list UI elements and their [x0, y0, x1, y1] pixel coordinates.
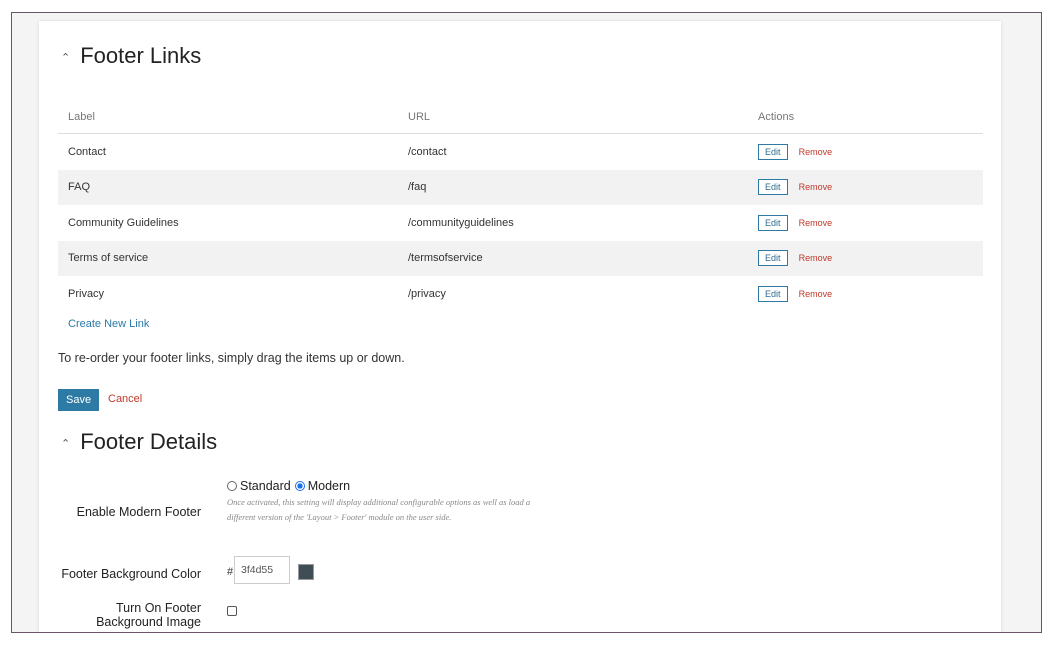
- create-new-link[interactable]: Create New Link: [68, 318, 149, 330]
- chevron-up-icon[interactable]: ⌃: [61, 51, 70, 64]
- chevron-up-icon[interactable]: ⌃: [61, 437, 70, 450]
- modern-footer-label: Enable Modern Footer: [76, 505, 201, 519]
- footer-details-title: Footer Details: [80, 429, 218, 454]
- table-row[interactable]: Privacy /privacy Edit Remove: [58, 276, 983, 312]
- standard-radio-label[interactable]: Standard: [240, 479, 291, 493]
- bg-image-checkbox[interactable]: [227, 606, 237, 616]
- link-label: Privacy: [58, 276, 398, 312]
- link-label: Contact: [58, 133, 398, 170]
- edit-button[interactable]: Edit: [758, 179, 788, 196]
- remove-link[interactable]: Remove: [799, 253, 833, 263]
- link-url: /faq: [398, 169, 748, 205]
- bg-color-input[interactable]: 3f4d55: [234, 556, 290, 584]
- table-row[interactable]: FAQ /faq Edit Remove: [58, 169, 983, 205]
- link-url: /termsofservice: [398, 240, 748, 276]
- edit-button[interactable]: Edit: [758, 285, 788, 302]
- column-header-url: URL: [398, 101, 748, 134]
- footer-details-header[interactable]: ⌃ Footer Details: [61, 429, 217, 455]
- bg-image-label: Turn On Footer Background Image: [96, 601, 201, 629]
- row-actions: Edit Remove: [748, 133, 983, 170]
- edit-button[interactable]: Edit: [758, 250, 788, 267]
- bg-color-swatch[interactable]: [298, 564, 314, 580]
- hash-prefix: #: [227, 566, 234, 578]
- link-url: /privacy: [398, 276, 748, 312]
- remove-link[interactable]: Remove: [799, 289, 833, 299]
- remove-link[interactable]: Remove: [799, 182, 833, 192]
- link-url: /contact: [398, 133, 748, 170]
- standard-radio[interactable]: [227, 481, 237, 491]
- table-row[interactable]: Community Guidelines /communityguideline…: [58, 205, 983, 241]
- footer-links-header[interactable]: ⌃ Footer Links: [61, 43, 201, 69]
- table-row[interactable]: Contact /contact Edit Remove: [58, 133, 983, 170]
- remove-link[interactable]: Remove: [799, 147, 833, 157]
- cancel-button[interactable]: Cancel: [108, 393, 142, 405]
- modern-radio-label[interactable]: Modern: [308, 479, 350, 493]
- bg-color-label: Footer Background Color: [61, 567, 201, 581]
- settings-card: ⌃ Footer Links Label URL Actions Contact…: [39, 21, 1001, 632]
- modern-radio[interactable]: [294, 481, 305, 491]
- row-actions: Edit Remove: [748, 276, 983, 312]
- row-actions: Edit Remove: [748, 240, 983, 276]
- footer-links-table: Label URL Actions Contact /contact Edit …: [58, 101, 983, 312]
- column-header-label: Label: [58, 101, 398, 134]
- modern-footer-help: Once activated, this setting will displa…: [227, 497, 531, 522]
- link-label: Terms of service: [58, 240, 398, 276]
- link-url: /communityguidelines: [398, 205, 748, 241]
- row-actions: Edit Remove: [748, 205, 983, 241]
- link-label: Community Guidelines: [58, 205, 398, 241]
- edit-button[interactable]: Edit: [758, 214, 788, 231]
- save-button[interactable]: Save: [58, 389, 100, 411]
- reorder-hint: To re-order your footer links, simply dr…: [58, 351, 405, 365]
- table-row[interactable]: Terms of service /termsofservice Edit Re…: [58, 240, 983, 276]
- link-label: FAQ: [58, 169, 398, 205]
- footer-links-title: Footer Links: [80, 43, 202, 68]
- edit-button[interactable]: Edit: [758, 143, 788, 160]
- column-header-actions: Actions: [748, 101, 983, 134]
- remove-link[interactable]: Remove: [799, 218, 833, 228]
- footer-style-radio-group: Standard Modern: [227, 479, 354, 493]
- screenshot-frame: ⌃ Footer Links Label URL Actions Contact…: [11, 12, 1042, 633]
- row-actions: Edit Remove: [748, 169, 983, 205]
- table-header-row: Label URL Actions: [58, 101, 983, 134]
